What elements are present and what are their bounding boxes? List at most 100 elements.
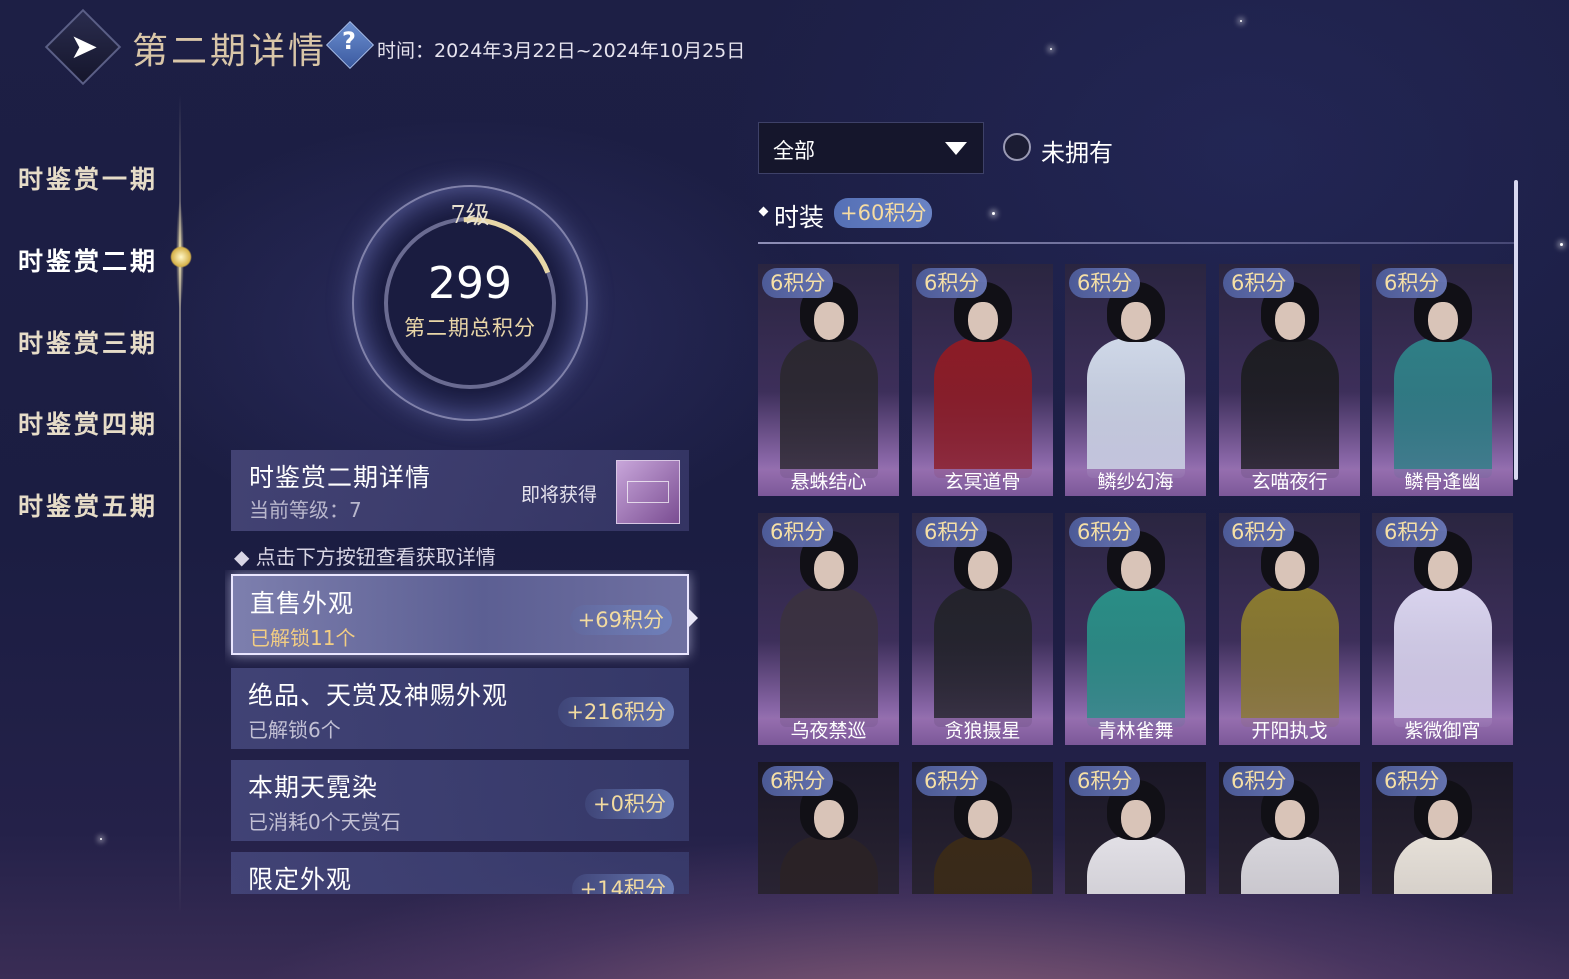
filter-dropdown[interactable]: 全部 bbox=[758, 122, 984, 174]
outfit-card[interactable]: 6积分鳞骨逢幽 bbox=[1372, 264, 1513, 496]
outfit-card[interactable]: 6积分 bbox=[758, 762, 899, 894]
outfit-name: 玄喵夜行 bbox=[1219, 469, 1360, 496]
outfit-name: 鳞骨逢幽 bbox=[1372, 469, 1513, 496]
outfit-points-badge: 6积分 bbox=[1223, 766, 1295, 796]
outfit-figure-body bbox=[780, 338, 878, 478]
outfit-figure-face bbox=[1275, 551, 1305, 589]
outfit-card[interactable]: 6积分 开阳执戈 bbox=[1219, 513, 1360, 745]
period-time: 时间：2024年3月22日~2024年10月25日 bbox=[377, 40, 746, 62]
detail-title: 时鉴赏二期详情 bbox=[249, 463, 432, 492]
category-sub: 已解锁11个 bbox=[250, 626, 356, 650]
outfit-card[interactable]: 6积分 青林雀舞 bbox=[1065, 513, 1206, 745]
outfit-figure-face bbox=[968, 800, 998, 838]
sparkle bbox=[100, 838, 102, 840]
outfit-points-badge: 6积分 bbox=[762, 517, 834, 547]
outfit-points-badge: 6积分 bbox=[1069, 268, 1141, 298]
outfit-figure-body bbox=[1394, 836, 1492, 894]
category-sub: 已消耗0个天赏石 bbox=[248, 810, 401, 834]
chevron-down-icon bbox=[945, 142, 967, 155]
category-title: 绝品、天赏及神赐外观 bbox=[248, 681, 509, 710]
outfit-name: 紫微御宵 bbox=[1372, 718, 1513, 745]
outfit-points-badge: 6积分 bbox=[1376, 766, 1448, 796]
outfit-figure-face bbox=[1275, 800, 1305, 838]
category-points: +69积分 bbox=[569, 605, 672, 635]
outfit-card[interactable]: 6积分 鳞纱幻海 bbox=[1065, 264, 1206, 496]
category-list[interactable]: 直售外观 已解锁11个 +69积分 绝品、天赏及神赐外观 已解锁6个 +216积… bbox=[225, 570, 700, 894]
outfit-figure-face bbox=[1121, 800, 1151, 838]
outfit-card[interactable]: 6积分 bbox=[1372, 762, 1513, 894]
category-direct-sale[interactable]: 直售外观 已解锁11个 +69积分 bbox=[231, 574, 689, 655]
period-detail-card[interactable]: 时鉴赏二期详情 当前等级：7 即将获得 bbox=[231, 450, 689, 531]
outfit-figure-body bbox=[1394, 587, 1492, 727]
outfit-card[interactable]: 6积分玄喵夜行 bbox=[1219, 264, 1360, 496]
unowned-radio[interactable] bbox=[1003, 133, 1031, 161]
outfit-figure-body bbox=[780, 587, 878, 727]
outfit-card[interactable]: 6积分 bbox=[1219, 762, 1360, 894]
outfit-points-badge: 6积分 bbox=[916, 517, 988, 547]
category-points: +216积分 bbox=[558, 697, 674, 727]
selected-arrow-icon bbox=[689, 609, 698, 627]
page-title: 第二期详情 bbox=[132, 31, 328, 72]
filter-selected: 全部 bbox=[773, 139, 815, 163]
outfit-figure-face bbox=[1428, 551, 1458, 589]
sidebar-item-period-1[interactable]: 时鉴赏一期 bbox=[18, 160, 158, 196]
outfit-figure-body bbox=[1087, 836, 1185, 894]
category-sub: 已解锁6个 bbox=[248, 718, 341, 742]
outfit-card[interactable]: 6积分乌夜禁巡 bbox=[758, 513, 899, 745]
category-limited[interactable]: 限定外观 +14积分 bbox=[231, 852, 689, 894]
category-title: 直售外观 bbox=[250, 589, 355, 618]
section-title: 时装 bbox=[774, 203, 825, 232]
outfit-points-badge: 6积分 bbox=[1376, 268, 1448, 298]
section-bullet-icon bbox=[758, 206, 769, 217]
outfit-name: 悬蛛结心 bbox=[758, 469, 899, 496]
outfit-name: 开阳执戈 bbox=[1219, 718, 1360, 745]
level-label: 7级 bbox=[450, 201, 490, 229]
outfit-points-badge: 6积分 bbox=[1069, 766, 1141, 796]
outfit-figure-face bbox=[968, 551, 998, 589]
outfit-figure-face bbox=[1275, 302, 1305, 340]
outfit-points-badge: 6积分 bbox=[762, 766, 834, 796]
question-diamond-icon[interactable]: ? bbox=[333, 27, 365, 61]
outfit-card[interactable]: 6积分贪狼摄星 bbox=[912, 513, 1053, 745]
category-title: 限定外观 bbox=[248, 865, 353, 894]
outfit-figure-body bbox=[934, 587, 1032, 727]
outfit-figure-body bbox=[1394, 338, 1492, 478]
outfit-figure-body bbox=[1241, 338, 1339, 478]
sparkle bbox=[1050, 48, 1052, 50]
category-title: 本期天霓染 bbox=[248, 773, 379, 802]
category-points: +0积分 bbox=[585, 789, 674, 819]
next-reward-thumbnail[interactable] bbox=[616, 460, 680, 524]
outfit-figure-body bbox=[1241, 587, 1339, 727]
outfit-name: 乌夜禁巡 bbox=[758, 718, 899, 745]
outfit-points-badge: 6积分 bbox=[1223, 268, 1295, 298]
category-points: +14积分 bbox=[571, 874, 674, 894]
sidebar-item-period-5[interactable]: 时鉴赏五期 bbox=[18, 487, 158, 523]
outfit-card[interactable]: 6积分 bbox=[1065, 762, 1206, 894]
outfit-name: 贪狼摄星 bbox=[912, 718, 1053, 745]
outfit-figure-body bbox=[934, 836, 1032, 894]
outfit-points-badge: 6积分 bbox=[916, 766, 988, 796]
outfit-figure-face bbox=[1121, 551, 1151, 589]
outfit-figure-face bbox=[814, 551, 844, 589]
unowned-label[interactable]: 未拥有 bbox=[1041, 133, 1113, 168]
outfit-figure-face bbox=[1428, 800, 1458, 838]
sparkle bbox=[992, 212, 995, 215]
outfit-points-badge: 6积分 bbox=[1069, 517, 1141, 547]
outfit-card[interactable]: 6积分 bbox=[912, 762, 1053, 894]
section-points: +60积分 bbox=[834, 198, 933, 228]
back-arrow-icon[interactable]: ➤ bbox=[62, 30, 106, 64]
outfit-points-badge: 6积分 bbox=[916, 268, 988, 298]
outfit-points-badge: 6积分 bbox=[762, 268, 834, 298]
sidebar-item-period-2[interactable]: 时鉴赏二期 bbox=[18, 242, 158, 278]
outfit-figure-face bbox=[814, 302, 844, 340]
current-level: 当前等级：7 bbox=[249, 498, 362, 522]
outfit-card[interactable]: 6积分 紫微御宵 bbox=[1372, 513, 1513, 745]
category-premium[interactable]: 绝品、天赏及神赐外观 已解锁6个 +216积分 bbox=[231, 668, 689, 749]
category-dye[interactable]: 本期天霓染 已消耗0个天赏石 +0积分 bbox=[231, 760, 689, 841]
active-marker-icon bbox=[170, 246, 192, 268]
outfit-grid[interactable]: 6积分 悬蛛结心 6积分 玄冥道骨 6积分 鳞纱幻海 6积分 玄喵夜行 6积分 鳞骨逢幽 6积分 乌夜… bbox=[758, 264, 1518, 894]
outfit-card[interactable]: 6积分悬蛛结心 bbox=[758, 264, 899, 496]
sidebar-item-period-3[interactable]: 时鉴赏三期 bbox=[18, 324, 158, 360]
sidebar-item-period-4[interactable]: 时鉴赏四期 bbox=[18, 405, 158, 441]
outfit-card[interactable]: 6积分 玄冥道骨 bbox=[912, 264, 1053, 496]
